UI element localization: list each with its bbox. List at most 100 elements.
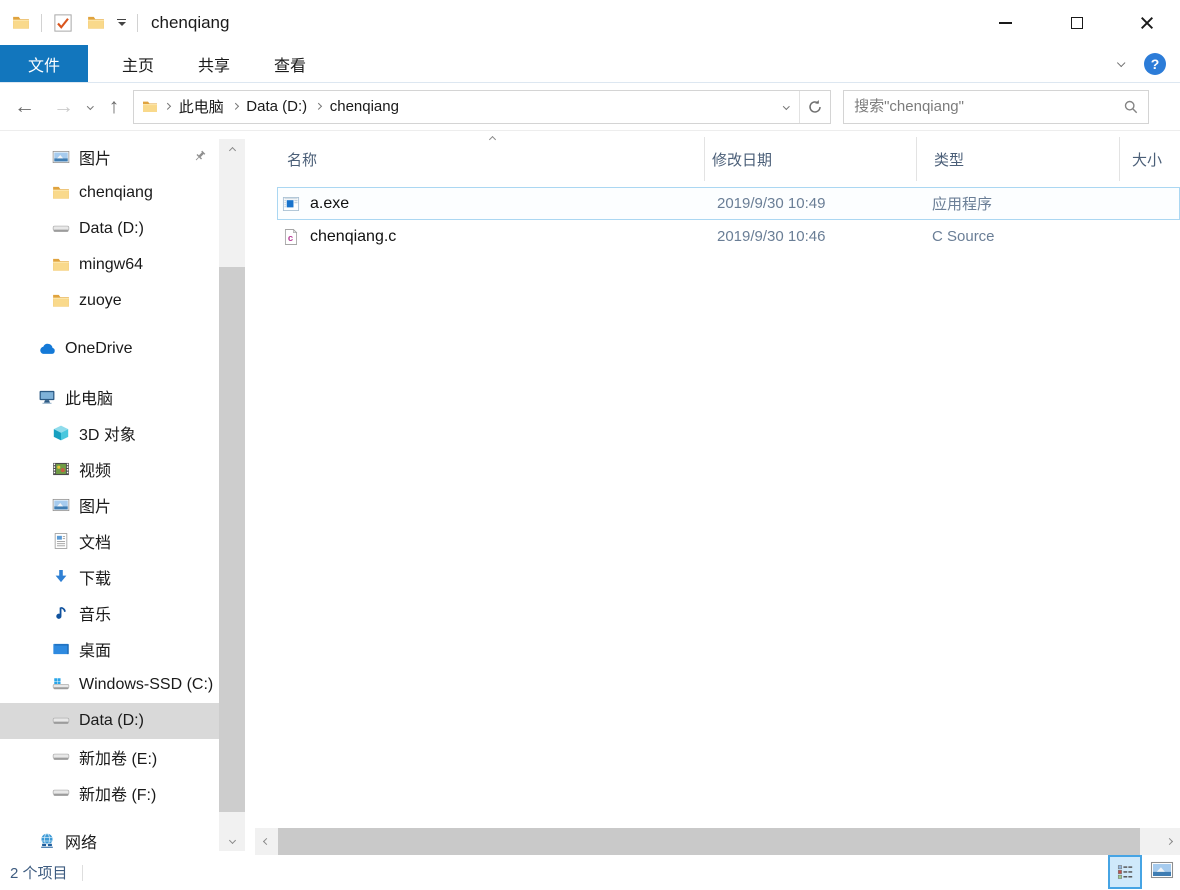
chevron-right-icon[interactable] (315, 103, 322, 110)
maximize-icon (1071, 16, 1083, 29)
tab-view[interactable]: 查看 (252, 45, 328, 82)
sidebar-item-data-d[interactable]: Data (D:) (0, 703, 220, 739)
horizontal-scrollbar[interactable] (255, 828, 1180, 855)
address-dropdown-button[interactable] (773, 103, 799, 110)
sidebar-item-documents[interactable]: 文档 (0, 523, 220, 559)
folder-icon (88, 16, 104, 29)
divider (81, 864, 83, 881)
close-button[interactable] (1124, 6, 1170, 40)
sidebar-item-pictures-quickaccess[interactable]: 图片 (0, 139, 220, 175)
sidebar-item-desktop[interactable]: 桌面 (0, 631, 220, 667)
divider (137, 13, 138, 32)
sidebar-item-data-d-quickaccess[interactable]: Data (D:) (0, 211, 220, 247)
sidebar-item-music[interactable]: 音乐 (0, 595, 220, 631)
title-bar: chenqiang (0, 0, 1180, 45)
file-date-modified: 2019/9/30 10:49 (717, 195, 826, 212)
folder-icon (53, 294, 69, 307)
breadcrumb-this-pc[interactable]: 此电脑 (179, 96, 224, 117)
network-icon (41, 833, 53, 848)
forward-button[interactable] (53, 96, 74, 117)
pin-icon[interactable] (192, 149, 207, 164)
sidebar-item-downloads[interactable]: 下载 (0, 559, 220, 595)
recent-locations-chevron-icon[interactable] (87, 103, 94, 110)
search-icon[interactable] (1123, 99, 1139, 115)
svg-text:c: c (288, 233, 294, 244)
address-bar-row: 此电脑 Data (D:) chenqiang (0, 83, 1180, 130)
sidebar-item-network[interactable]: 网络 (0, 823, 220, 855)
folder-icon (143, 101, 158, 112)
sidebar-scrollbar-thumb[interactable] (219, 267, 245, 812)
up-button[interactable] (109, 96, 120, 117)
scroll-left-chevron-icon[interactable] (255, 828, 277, 855)
tab-file[interactable]: 文件 (0, 45, 88, 82)
scroll-right-chevron-icon[interactable] (1158, 828, 1180, 855)
chevron-right-icon[interactable] (231, 103, 239, 110)
music-icon (56, 607, 66, 619)
file-name: a.exe (310, 194, 350, 212)
sidebar-item-new-volume-e[interactable]: 新加卷 (E:) (0, 739, 220, 775)
minimize-icon (998, 21, 1012, 24)
help-button[interactable]: ? (1144, 52, 1166, 75)
file-type: C Source (932, 228, 995, 245)
drive-icon (52, 225, 70, 232)
breadcrumb-data-d[interactable]: Data (D:) (246, 98, 307, 115)
maximize-button[interactable] (1054, 6, 1100, 40)
file-row-chenqiang-c[interactable]: c chenqiang.c 2019/9/30 10:46 C Source (277, 220, 1180, 253)
scroll-up-chevron-icon[interactable] (219, 139, 245, 161)
minimize-button[interactable] (982, 6, 1028, 40)
drive-icon (52, 789, 70, 796)
status-bar: 2 个项目 (0, 855, 1180, 890)
documents-icon (54, 533, 68, 549)
sidebar-item-chenqiang[interactable]: chenqiang (0, 175, 220, 211)
downloads-icon (55, 570, 67, 583)
window-title: chenqiang (151, 12, 230, 32)
sidebar-item-mingw64[interactable]: mingw64 (0, 247, 220, 283)
customize-quick-access-button[interactable] (117, 18, 126, 27)
horizontal-scrollbar-thumb[interactable] (278, 828, 1140, 855)
ribbon-tab-bar: 文件 主页 共享 查看 ? (0, 45, 1180, 83)
sidebar-item-zuoye[interactable]: zuoye (0, 283, 220, 319)
c-file-icon: c (284, 228, 298, 245)
scroll-down-chevron-icon[interactable] (219, 829, 245, 851)
onedrive-icon (40, 343, 55, 354)
back-button[interactable] (14, 96, 35, 117)
sidebar-item-pictures[interactable]: 图片 (0, 487, 220, 523)
sidebar-item-windows-ssd-c[interactable]: Windows-SSD (C:) (0, 667, 220, 703)
refresh-button[interactable] (800, 99, 830, 115)
details-view-button[interactable] (1108, 855, 1142, 889)
column-header-date-modified[interactable]: 修改日期 (705, 137, 917, 181)
exe-file-icon (282, 196, 300, 211)
properties-check-button[interactable] (53, 13, 73, 33)
folder-icon (53, 258, 69, 271)
sidebar-item-new-volume-f[interactable]: 新加卷 (F:) (0, 775, 220, 811)
breadcrumb-chenqiang[interactable]: chenqiang (330, 98, 399, 115)
file-row-a-exe[interactable]: a.exe 2019/9/30 10:49 应用程序 (277, 187, 1180, 220)
file-list-pane: 名称 修改日期 类型 大小 a.exe 2019/9/30 10:49 应用程序… (247, 131, 1180, 855)
chevron-right-icon[interactable] (164, 103, 171, 110)
tab-share[interactable]: 共享 (176, 45, 252, 82)
search-box[interactable] (843, 89, 1150, 124)
new-folder-button[interactable] (87, 14, 105, 32)
column-header-type[interactable]: 类型 (917, 137, 1120, 181)
this-pc-icon (39, 390, 55, 404)
address-bar[interactable]: 此电脑 Data (D:) chenqiang (133, 89, 832, 124)
tab-home[interactable]: 主页 (100, 45, 176, 82)
column-header-size[interactable]: 大小 (1120, 137, 1180, 181)
sidebar-item-videos[interactable]: 视频 (0, 451, 220, 487)
sidebar-item-this-pc[interactable]: 此电脑 (0, 379, 220, 415)
sidebar-item-onedrive[interactable]: OneDrive (0, 331, 220, 367)
folder-icon (13, 16, 29, 29)
drive-icon (52, 717, 70, 724)
checkmark-icon (54, 13, 72, 32)
column-header-name[interactable]: 名称 (260, 137, 705, 181)
drive-icon (52, 753, 70, 760)
chevron-down-icon (117, 22, 126, 27)
item-count-label: 2 个项目 (10, 865, 68, 882)
pictures-icon (52, 498, 70, 512)
search-input[interactable] (844, 98, 1124, 115)
sidebar-item-3d-objects[interactable]: 3D 对象 (0, 415, 220, 451)
folder-icon (53, 186, 69, 199)
sidebar-scrollbar[interactable] (219, 139, 245, 851)
minimize-ribbon-chevron-icon[interactable] (1116, 58, 1126, 69)
thumbnail-view-button[interactable] (1147, 855, 1177, 885)
